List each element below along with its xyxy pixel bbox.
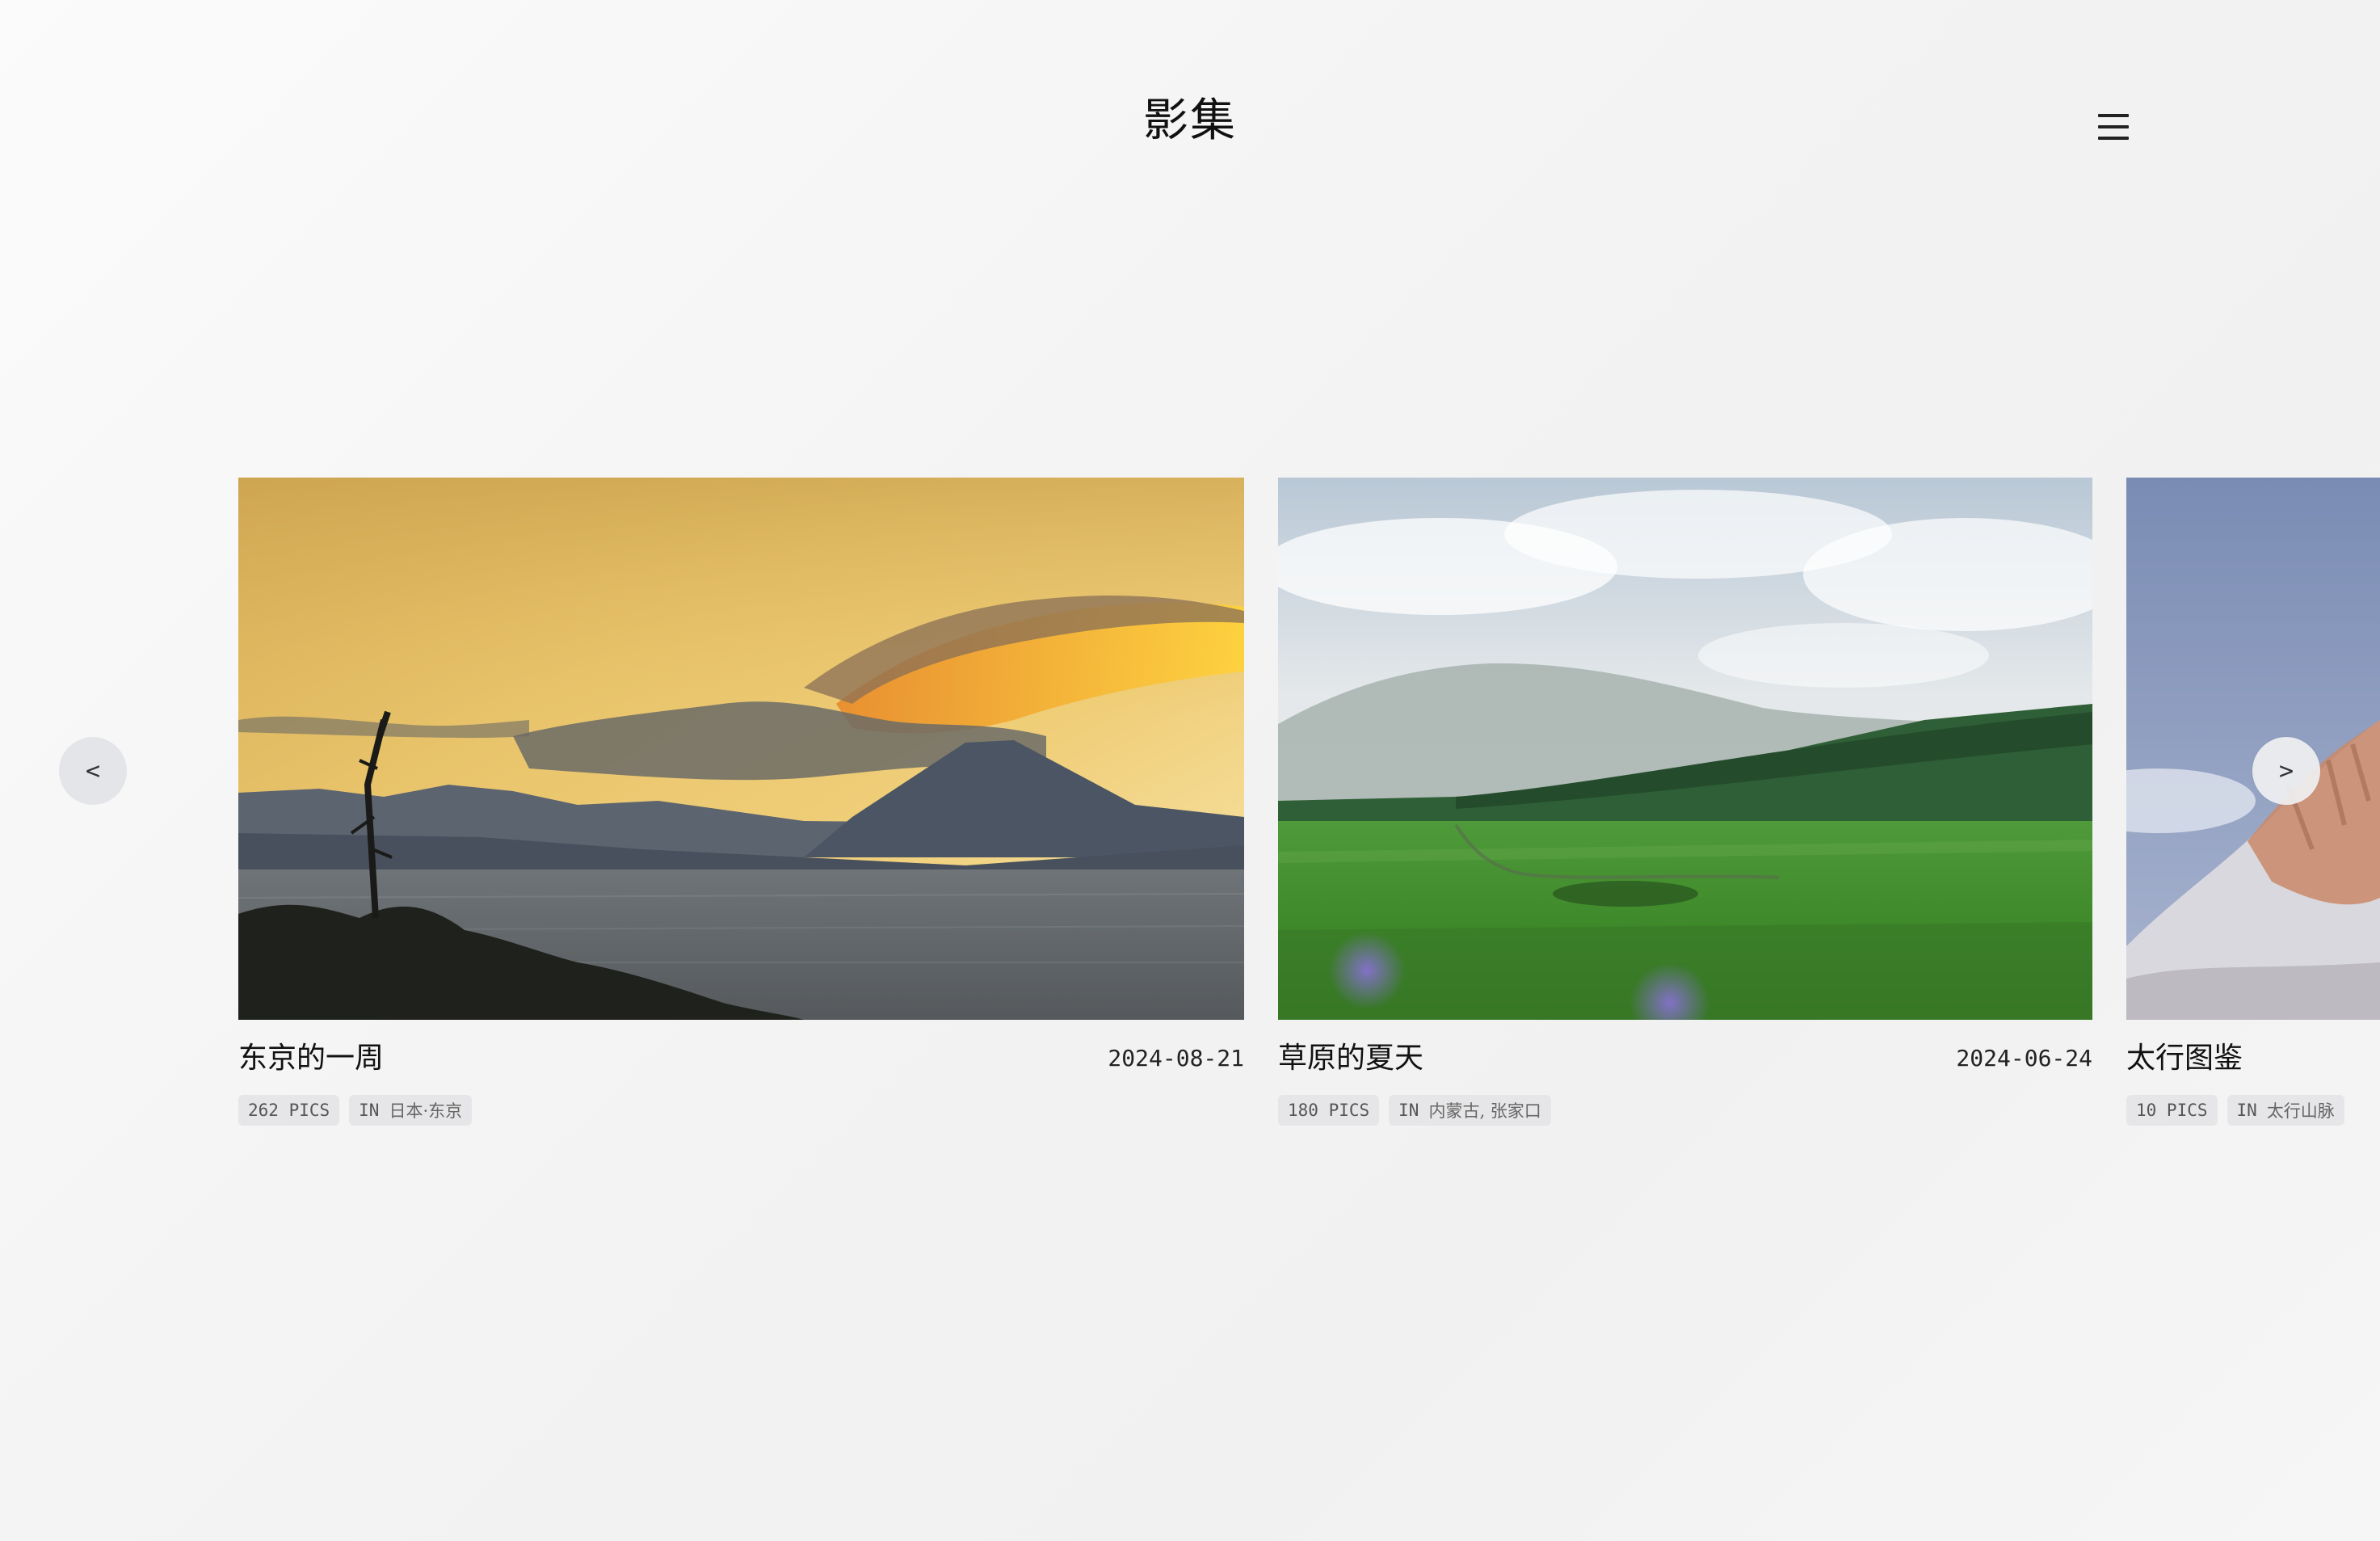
album-date: 2024-06-24 <box>1956 1045 2092 1072</box>
album-title[interactable]: 东京的一周 <box>238 1038 384 1079</box>
location-text: 日本·东京 <box>389 1101 463 1121</box>
album-card[interactable]: 草原的夏天 2024-06-24 180 PICS IN 内蒙古, 张家口 <box>1278 478 2092 1132</box>
album-tags: 10 PICS IN 太行山脉 <box>2126 1095 2344 1126</box>
album-tags: 180 PICS IN 内蒙古, 张家口 <box>1278 1095 1551 1126</box>
sunset-mountain-photo <box>238 478 1244 1020</box>
snowy-cliffs-photo <box>2126 478 2380 1020</box>
album-cover-grassland[interactable] <box>1278 478 2092 1020</box>
location-badge: IN 日本·东京 <box>349 1095 473 1126</box>
grassland-photo <box>1278 478 2092 1020</box>
location-text: 内蒙古, 张家口 <box>1428 1101 1541 1121</box>
carousel-prev-button[interactable]: < <box>59 737 127 805</box>
album-cover-sunset-mountain[interactable] <box>238 478 1244 1020</box>
location-text: 太行山脉 <box>2266 1101 2335 1121</box>
album-title[interactable]: 太行图鉴 <box>2126 1038 2243 1079</box>
album-title[interactable]: 草原的夏天 <box>1278 1038 1423 1079</box>
location-badge: IN 太行山脉 <box>2227 1095 2344 1126</box>
location-prefix: IN <box>1398 1101 1419 1120</box>
location-prefix: IN <box>359 1101 380 1120</box>
location-badge: IN 内蒙古, 张家口 <box>1389 1095 1551 1126</box>
carousel-next-button[interactable]: > <box>2252 737 2320 805</box>
pics-count-badge: 262 PICS <box>238 1095 340 1126</box>
chevron-right-icon: > <box>2278 756 2294 785</box>
chevron-left-icon: < <box>85 756 101 785</box>
album-carousel: 东京的一周 2024-08-21 262 PICS IN 日本·东京 草原的夏天… <box>0 0 2380 1541</box>
album-cover-snowy-cliffs[interactable] <box>2126 478 2380 1020</box>
album-card[interactable]: 东京的一周 2024-08-21 262 PICS IN 日本·东京 <box>238 478 1244 1132</box>
album-tags: 262 PICS IN 日本·东京 <box>238 1095 473 1126</box>
album-card[interactable]: 太行图鉴 10 PICS IN 太行山脉 <box>2126 478 2380 1132</box>
location-prefix: IN <box>2236 1101 2257 1120</box>
album-date: 2024-08-21 <box>1108 1045 1244 1072</box>
pics-count-badge: 180 PICS <box>1278 1095 1380 1126</box>
pics-count-badge: 10 PICS <box>2126 1095 2218 1126</box>
